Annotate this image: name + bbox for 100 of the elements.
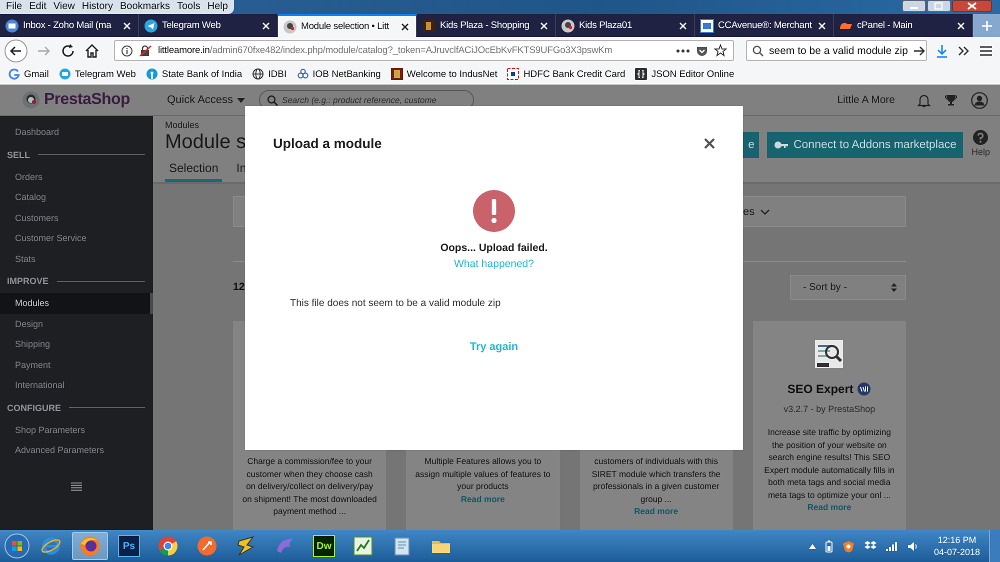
- envelope-icon: [5, 18, 19, 32]
- key-icon: [774, 141, 788, 149]
- bookmark[interactable]: Gmail: [8, 68, 49, 80]
- home-icon[interactable]: [84, 42, 100, 58]
- download-icon[interactable]: [935, 44, 949, 58]
- braces-icon: [635, 68, 648, 80]
- sidebar-item[interactable]: Advanced Parameters: [0, 440, 153, 460]
- close-icon[interactable]: [121, 20, 133, 32]
- speaker-icon[interactable]: [906, 540, 919, 552]
- logo-text: PrestaShop: [44, 91, 130, 109]
- page-tab[interactable]: Selection: [165, 158, 222, 182]
- help-button[interactable]: Help: [971, 130, 990, 157]
- info-icon: [121, 44, 133, 56]
- bookmark[interactable]: Welcome to IndusNet: [390, 68, 498, 80]
- bird-icon: [561, 18, 575, 32]
- sort-select[interactable]: - Sort by -: [790, 274, 906, 300]
- shop-name[interactable]: Little A More: [837, 94, 895, 106]
- overflow-chevrons-icon[interactable]: [957, 44, 971, 56]
- menu-item[interactable]: Tools: [177, 0, 200, 14]
- browser-icon: [79, 535, 101, 557]
- menu-item[interactable]: View: [53, 0, 75, 14]
- browser-icon: [40, 535, 62, 557]
- bookmark[interactable]: Telegram Web: [58, 68, 136, 80]
- minimize-icon[interactable]: [902, 0, 926, 12]
- menu-icon[interactable]: [71, 482, 82, 491]
- battery-icon[interactable]: [824, 540, 833, 552]
- page-title: Module s: [165, 130, 248, 154]
- tab-title: Kids Plaza - Shopping: [440, 20, 530, 31]
- taskbar-app[interactable]: Ps: [111, 532, 147, 560]
- restore-icon[interactable]: [927, 0, 951, 12]
- browser-tab[interactable]: Module selection • Litt: [278, 14, 417, 37]
- close-icon[interactable]: [677, 20, 689, 32]
- caret-up-icon[interactable]: [808, 544, 816, 548]
- close-icon[interactable]: [704, 138, 715, 149]
- sidebar-item[interactable]: International: [0, 375, 153, 396]
- bookmark[interactable]: IOB NetBanking: [296, 68, 381, 80]
- signal-icon[interactable]: [886, 541, 898, 551]
- bookmark[interactable]: State Bank of India: [146, 68, 242, 80]
- start-orb-icon[interactable]: [4, 533, 30, 559]
- sidebar-item[interactable]: Shop Parameters: [0, 420, 153, 440]
- sort-arrows-icon: [891, 282, 897, 292]
- tab-title: CCAvenue®: Merchant: [718, 20, 812, 31]
- sidebar-item[interactable]: Stats: [0, 248, 153, 269]
- tab-title: Telegram Web: [162, 20, 221, 31]
- address-field[interactable]: littleamore.in/admin670fxe482/index.php/module/catalog?_token=AJruvclfACiJOcEbKvFKTS9UFGo3X3pswKm: [114, 40, 734, 61]
- reload-icon[interactable]: [60, 42, 76, 58]
- app-icon: Dw: [313, 535, 335, 557]
- module-description: Charge a commission/fee to your customer when they choose cash on delivery/collect on delivery/pay on shipment! The most downloaded payment method ...: [241, 455, 378, 518]
- taskbar-app[interactable]: Dw: [306, 532, 342, 560]
- quick-access-menu[interactable]: Quick Access: [167, 94, 246, 106]
- bookmark[interactable]: HDFC Bank Credit Card: [507, 68, 626, 80]
- sidebar-item[interactable]: Orders: [0, 166, 153, 187]
- bookmark[interactable]: JSON Editor Online: [635, 68, 734, 80]
- dropbox-icon[interactable]: [864, 540, 877, 552]
- toolbar-button[interactable]: Connect to Addons marketplace: [767, 132, 964, 158]
- taskbar-app[interactable]: [72, 532, 108, 560]
- menu-icon[interactable]: [979, 44, 993, 56]
- bookmark[interactable]: IDBI: [252, 68, 287, 80]
- close-icon[interactable]: [260, 20, 272, 32]
- pocket-icon[interactable]: [696, 44, 708, 56]
- clock[interactable]: 12:16 PM 04-07-2018: [934, 534, 980, 558]
- close-icon[interactable]: [952, 0, 992, 12]
- emblem-icon: [390, 68, 403, 80]
- sidebar-item[interactable]: Dashboard: [0, 122, 153, 142]
- star-icon[interactable]: [714, 44, 727, 57]
- bird-logo-icon: [22, 91, 40, 109]
- menu-item[interactable]: History: [82, 0, 113, 14]
- close-icon[interactable]: [955, 20, 967, 32]
- more-icon[interactable]: [676, 48, 690, 54]
- paper-plane-icon: [144, 18, 158, 32]
- square-logo-icon: [507, 68, 520, 80]
- error-heading: Oops... Upload failed.: [440, 242, 548, 254]
- menu-item[interactable]: Bookmarks: [120, 0, 170, 14]
- go-arrow-icon[interactable]: [912, 44, 926, 56]
- error-icon: [473, 190, 515, 232]
- avatar-icon[interactable]: [971, 92, 988, 108]
- modal-title: Upload a module: [273, 136, 382, 151]
- shield-icon[interactable]: [842, 540, 855, 552]
- sidebar-item[interactable]: Shipping: [0, 334, 153, 354]
- plus-icon: [980, 20, 992, 32]
- sidebar-item[interactable]: Modules: [0, 293, 153, 314]
- sidebar-item[interactable]: Catalog: [0, 187, 153, 208]
- sidebar-item[interactable]: Design: [0, 314, 153, 334]
- sidebar-item[interactable]: Payment: [0, 354, 153, 375]
- trophy-icon[interactable]: [945, 94, 957, 106]
- tab-title: cPanel - Main: [857, 20, 912, 31]
- close-icon[interactable]: [399, 20, 411, 32]
- close-icon[interactable]: [816, 20, 828, 32]
- bell-icon[interactable]: [917, 92, 931, 108]
- menu-item[interactable]: Help: [207, 0, 228, 14]
- url-text: littleamore.in/admin670fxe482/index.php/module/catalog?_token=AJruvclfACiJOcEbKvFKTS9UFGo3X3pswKm: [158, 45, 614, 56]
- close-icon[interactable]: [538, 20, 550, 32]
- sidebar-item[interactable]: Customer Service: [0, 228, 153, 248]
- search-field[interactable]: seem to be a valid module zip: [746, 40, 927, 61]
- sidebar-item[interactable]: Customers: [0, 208, 153, 228]
- back-icon[interactable]: [4, 38, 28, 62]
- caret-icon: [237, 98, 246, 102]
- menu-item[interactable]: Edit: [29, 0, 46, 14]
- menu-item[interactable]: File: [6, 0, 22, 14]
- chevron-down-icon: [760, 208, 770, 214]
